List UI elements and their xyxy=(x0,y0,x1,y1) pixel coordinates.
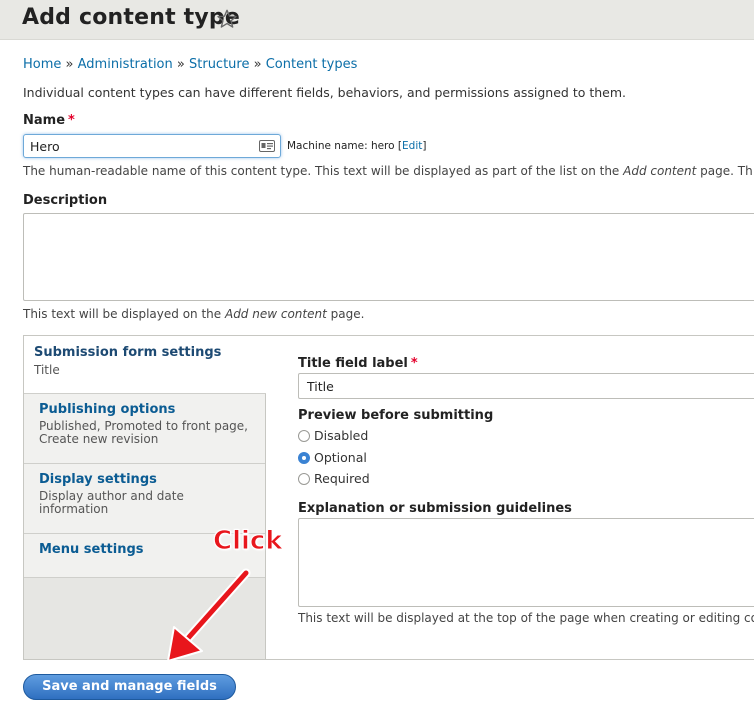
explanation-textarea[interactable] xyxy=(298,518,754,607)
save-and-manage-fields-button[interactable]: Save and manage fields xyxy=(23,674,236,700)
breadcrumb-administration[interactable]: Administration xyxy=(78,57,173,72)
description-help-emphasis: Add new content xyxy=(224,307,327,321)
explanation-label: Explanation or submission guidelines xyxy=(298,501,572,516)
radio-label: Optional xyxy=(314,450,367,465)
title-field-input[interactable]: Title xyxy=(298,373,754,399)
title-field-value: Title xyxy=(307,379,334,394)
tab-submission-form-settings[interactable]: Submission form settings Title xyxy=(24,336,266,394)
tab-summary: Display author and date information xyxy=(39,489,184,516)
description-help-text: This text will be displayed on the Add n… xyxy=(23,307,364,321)
machine-name-bracket: ] xyxy=(422,140,427,152)
contact-card-icon xyxy=(259,140,275,152)
intro-text: Individual content types can have differ… xyxy=(23,85,627,100)
tab-publishing-options[interactable]: Publishing options Published, Promoted t… xyxy=(24,394,265,464)
radio-label: Disabled xyxy=(314,428,369,443)
title-field-label-text: Title field label xyxy=(298,356,408,371)
machine-name: Machine name: hero [Edit] xyxy=(287,140,426,152)
tab-display-settings[interactable]: Display settings Display author and date… xyxy=(24,464,265,534)
name-label-text: Name xyxy=(23,113,66,128)
radio-button[interactable] xyxy=(298,430,310,442)
breadcrumb-home[interactable]: Home xyxy=(23,57,61,72)
name-label: Name * xyxy=(23,113,75,128)
tab-title: Menu settings xyxy=(39,542,144,557)
breadcrumb-separator: » xyxy=(65,57,78,72)
star-outline-icon[interactable] xyxy=(216,8,238,30)
radio-button[interactable] xyxy=(298,473,310,485)
preview-label: Preview before submitting xyxy=(298,408,494,423)
page-title: Add content type xyxy=(22,5,241,30)
tab-summary: Title xyxy=(34,363,60,377)
radio-button-selected[interactable] xyxy=(298,452,310,464)
preview-option-required[interactable]: Required xyxy=(298,471,370,486)
name-help-suffix: page. Th xyxy=(696,164,753,178)
preview-option-disabled[interactable]: Disabled xyxy=(298,428,368,443)
annotation-arrow-icon xyxy=(167,568,251,662)
required-mark: * xyxy=(68,113,75,128)
machine-name-edit-link[interactable]: Edit xyxy=(402,140,422,152)
breadcrumb-separator: » xyxy=(253,57,266,72)
explanation-help-text: This text will be displayed at the top o… xyxy=(298,611,754,625)
tab-title: Submission form settings xyxy=(34,345,222,360)
breadcrumb: Home » Administration » Structure » Cont… xyxy=(23,57,357,72)
breadcrumb-content-types[interactable]: Content types xyxy=(266,57,358,72)
name-help-prefix: The human-readable name of this content … xyxy=(23,164,624,178)
name-help-emphasis: Add content xyxy=(623,164,697,178)
name-help-text: The human-readable name of this content … xyxy=(23,164,753,178)
machine-name-text: Machine name: hero [ xyxy=(287,140,403,152)
tab-title: Publishing options xyxy=(39,402,176,417)
name-input[interactable]: Hero xyxy=(23,134,281,158)
page-header: Add content type xyxy=(0,0,754,40)
tab-summary: Published, Promoted to front page, Creat… xyxy=(39,419,248,446)
preview-option-optional[interactable]: Optional xyxy=(298,450,367,465)
breadcrumb-structure[interactable]: Structure xyxy=(189,57,249,72)
click-annotation: Click xyxy=(213,526,284,557)
title-field-label: Title field label * xyxy=(298,356,418,371)
tab-title: Display settings xyxy=(39,472,157,487)
description-help-suffix: page. xyxy=(326,307,365,321)
required-mark: * xyxy=(410,356,418,371)
description-textarea[interactable] xyxy=(23,213,754,301)
description-help-prefix: This text will be displayed on the xyxy=(23,307,225,321)
breadcrumb-separator: » xyxy=(176,57,189,72)
radio-label: Required xyxy=(314,471,370,486)
description-label: Description xyxy=(23,193,108,208)
name-input-value: Hero xyxy=(30,139,60,154)
